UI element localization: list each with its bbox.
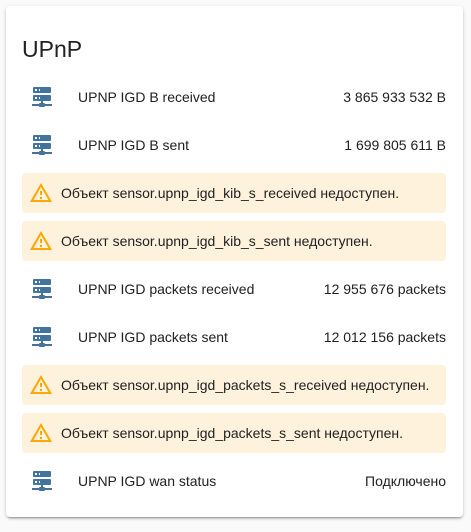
warning-text: Объект sensor.upnp_igd_packets_s_sent не…: [61, 425, 403, 441]
alert-triangle-icon: [30, 423, 52, 442]
entity-row-packets-sent[interactable]: UPNP IGD packets sent 12 012 156 packets: [22, 317, 446, 357]
entity-label: UPNP IGD B received: [78, 89, 216, 105]
alert-triangle-icon: [30, 231, 52, 250]
entity-value: 3 865 933 532 B: [343, 89, 446, 105]
entity-label: UPNP IGD B sent: [78, 137, 190, 153]
server-network-icon: [22, 125, 62, 165]
entity-list: UPNP IGD B received 3 865 933 532 B UPNP…: [22, 77, 446, 509]
warning-text: Объект sensor.upnp_igd_kib_s_sent недост…: [61, 233, 373, 249]
entity-label: UPNP IGD packets sent: [78, 329, 228, 345]
entity-value: 12 012 156 packets: [323, 329, 446, 345]
warning-kib-s-received: Объект sensor.upnp_igd_kib_s_received не…: [22, 173, 446, 213]
server-network-icon: [22, 269, 62, 309]
alert-triangle-icon: [30, 375, 52, 394]
entity-value: 1 699 805 611 B: [344, 137, 446, 153]
alert-triangle-icon: [30, 183, 52, 202]
warning-text: Объект sensor.upnp_igd_packets_s_receive…: [61, 377, 430, 393]
entity-value: Подключено: [365, 473, 446, 489]
server-network-icon: [22, 77, 62, 117]
server-network-icon: [22, 461, 62, 501]
warning-text: Объект sensor.upnp_igd_kib_s_received не…: [61, 185, 400, 201]
entity-row-wan-status[interactable]: UPNP IGD wan status Подключено: [22, 461, 446, 501]
warning-kib-s-sent: Объект sensor.upnp_igd_kib_s_sent недост…: [22, 221, 446, 261]
warning-packets-s-received: Объект sensor.upnp_igd_packets_s_receive…: [22, 365, 446, 405]
server-network-icon: [22, 317, 62, 357]
upnp-card: UPnP UPNP IGD B received 3 865 933 532 B…: [6, 6, 463, 517]
entity-row-b-received[interactable]: UPNP IGD B received 3 865 933 532 B: [22, 77, 446, 117]
entity-label: UPNP IGD wan status: [78, 473, 217, 489]
entity-value: 12 955 676 packets: [323, 281, 446, 297]
entity-row-packets-received[interactable]: UPNP IGD packets received 12 955 676 pac…: [22, 269, 446, 309]
entity-label: UPNP IGD packets received: [78, 281, 255, 297]
warning-packets-s-sent: Объект sensor.upnp_igd_packets_s_sent не…: [22, 413, 446, 453]
card-title: UPnP: [22, 36, 83, 62]
entity-row-b-sent[interactable]: UPNP IGD B sent 1 699 805 611 B: [22, 125, 446, 165]
